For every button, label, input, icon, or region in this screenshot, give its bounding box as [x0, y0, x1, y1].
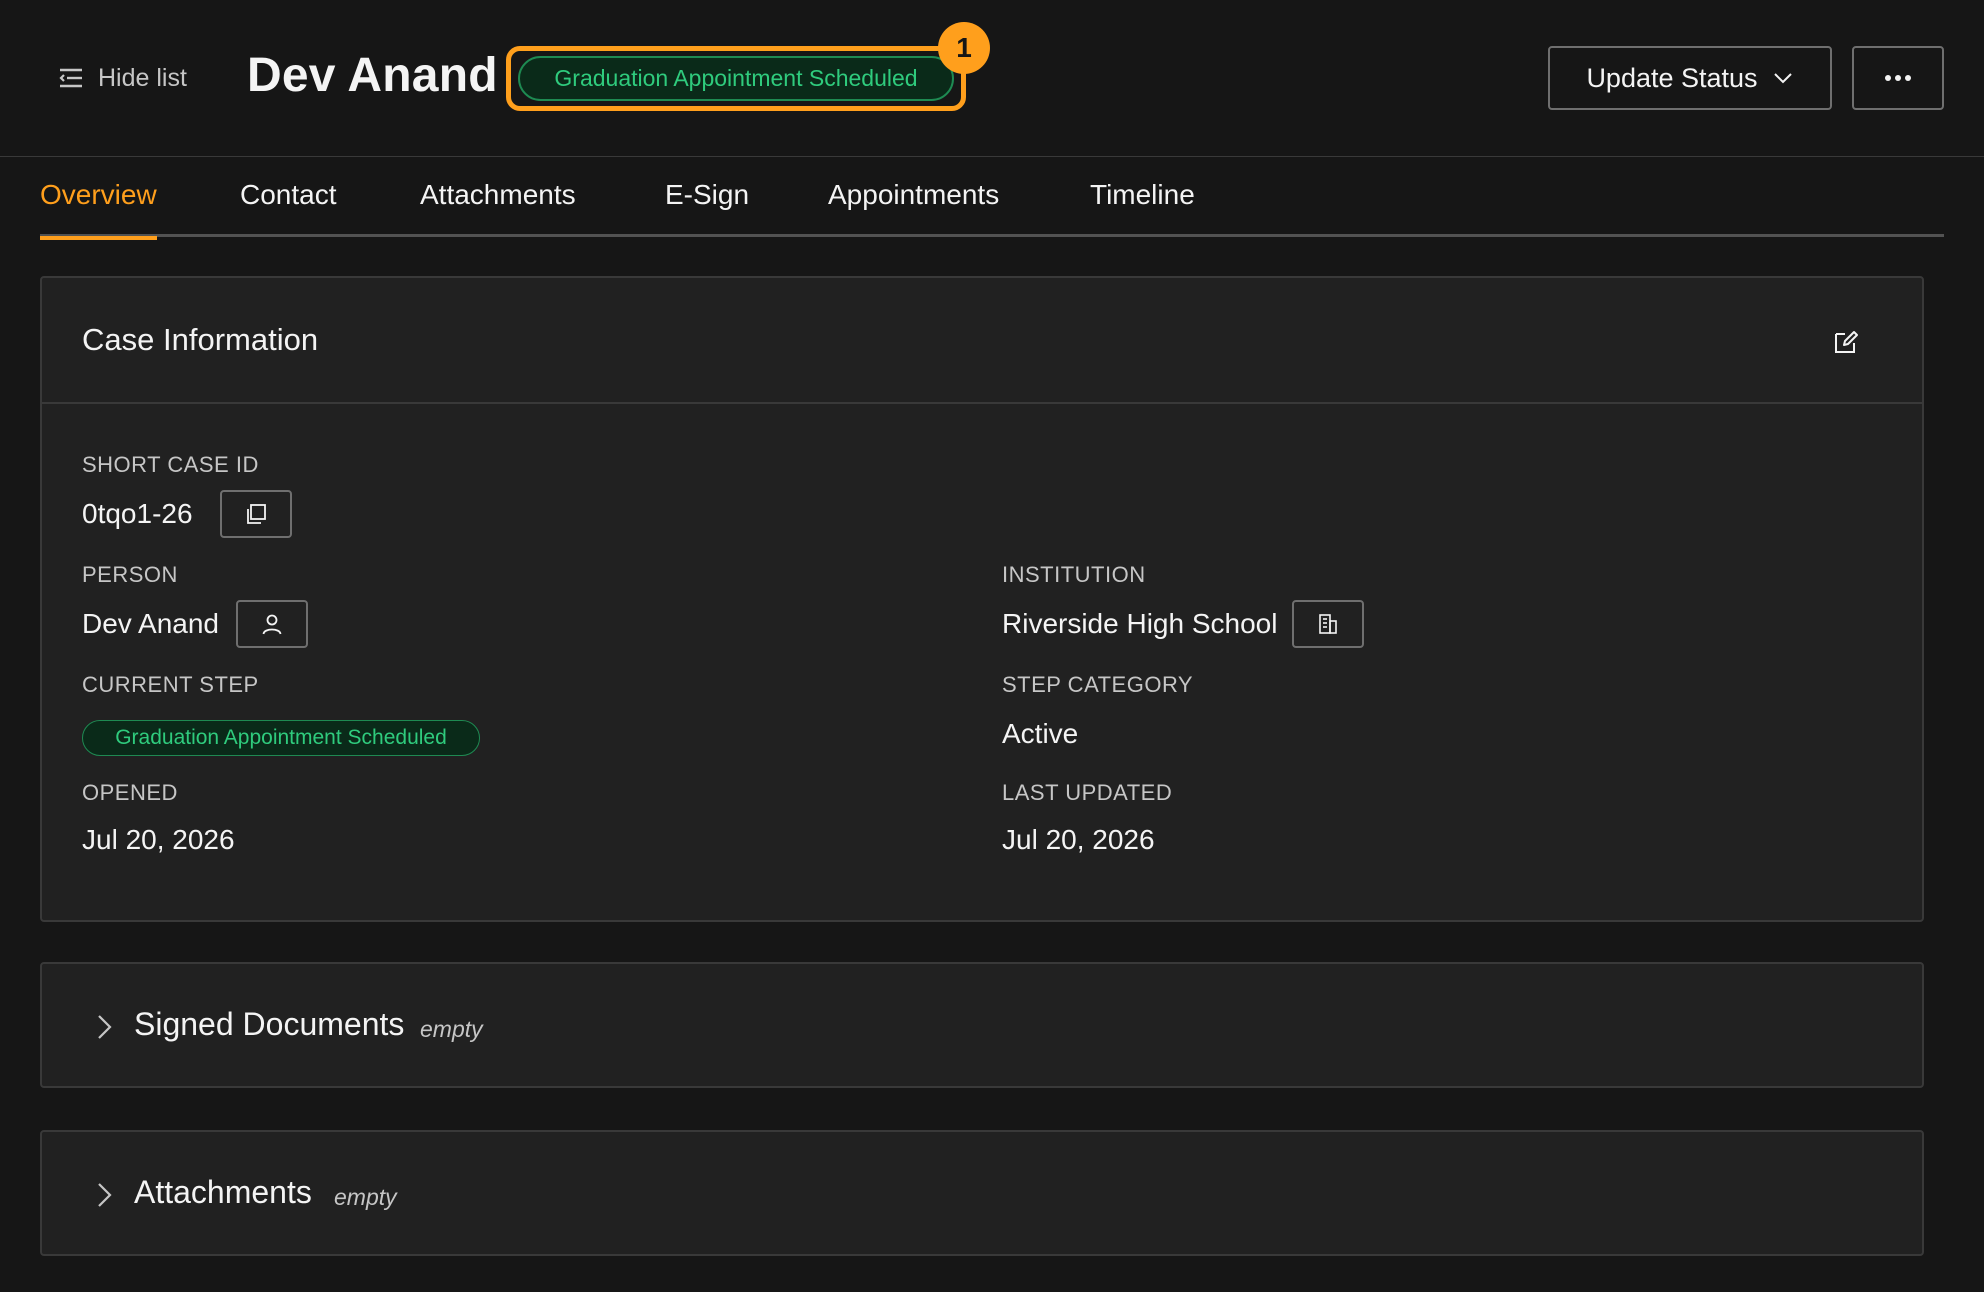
last-updated-label: LAST UPDATED: [1002, 780, 1173, 805]
tab-timeline[interactable]: Timeline: [1090, 179, 1195, 237]
tab-attachments[interactable]: Attachments: [420, 179, 576, 237]
person-value: Dev Anand: [82, 608, 219, 639]
tab-bar: Overview Contact Attachments E-Sign Appo…: [40, 157, 1944, 240]
tab-e-sign[interactable]: E-Sign: [665, 179, 749, 237]
last-updated-value: Jul 20, 2026: [1002, 824, 1155, 855]
tab-contact[interactable]: Contact: [240, 179, 337, 237]
opened-value: Jul 20, 2026: [82, 824, 235, 855]
hide-list-button[interactable]: Hide list: [58, 60, 187, 96]
person-label: PERSON: [82, 562, 178, 587]
copy-icon: [247, 504, 266, 524]
card-title: Case Information: [82, 322, 319, 357]
status-badge: Graduation Appointment Scheduled: [518, 56, 954, 101]
attachments-section[interactable]: Attachments empty: [40, 1130, 1924, 1256]
section-title: Signed Documents: [134, 1006, 405, 1042]
chevron-right-icon: [98, 1015, 112, 1039]
list-collapse-icon: [59, 68, 82, 88]
building-icon: [1319, 614, 1337, 634]
tab-overview[interactable]: Overview: [40, 179, 157, 240]
edit-icon[interactable]: [1832, 328, 1860, 356]
current-step-label: CURRENT STEP: [82, 672, 259, 697]
institution-value: Riverside High School: [1002, 608, 1278, 639]
more-options-button[interactable]: [1852, 46, 1944, 110]
signed-documents-section[interactable]: Signed Documents empty: [40, 962, 1924, 1088]
highlight-number-badge: 1: [938, 22, 990, 74]
section-empty-status: empty: [420, 1016, 483, 1042]
card-header: Case Information: [42, 278, 1922, 404]
copy-button[interactable]: [220, 490, 292, 538]
view-person-button[interactable]: [236, 600, 308, 648]
update-status-label: Update Status: [1586, 62, 1758, 93]
short-case-id-label: SHORT CASE ID: [82, 452, 259, 477]
view-institution-button[interactable]: [1292, 600, 1364, 648]
overflow-menu-icon: [1885, 75, 1911, 81]
section-empty-status: empty: [334, 1184, 397, 1210]
page-title: Dev Anand: [247, 49, 498, 102]
update-status-button[interactable]: Update Status: [1548, 46, 1832, 110]
institution-label: INSTITUTION: [1002, 562, 1146, 587]
chevron-down-icon: [1773, 73, 1792, 84]
current-step-badge: Graduation Appointment Scheduled: [82, 720, 480, 756]
tab-appointments[interactable]: Appointments: [828, 179, 999, 237]
chevron-right-icon: [98, 1183, 112, 1207]
user-icon: [262, 614, 282, 635]
step-category-label: STEP CATEGORY: [1002, 672, 1194, 697]
hide-list-label: Hide list: [98, 63, 187, 92]
section-title: Attachments: [134, 1174, 312, 1210]
opened-label: OPENED: [82, 780, 178, 805]
short-case-id-value: 0tqo1-26: [82, 498, 193, 529]
page-header: Hide list Dev Anand Graduation Appointme…: [0, 0, 1984, 157]
case-information-card: Case Information SHORT CASE ID 0tqo1-26 …: [40, 276, 1924, 922]
step-category-value: Active: [1002, 718, 1079, 749]
